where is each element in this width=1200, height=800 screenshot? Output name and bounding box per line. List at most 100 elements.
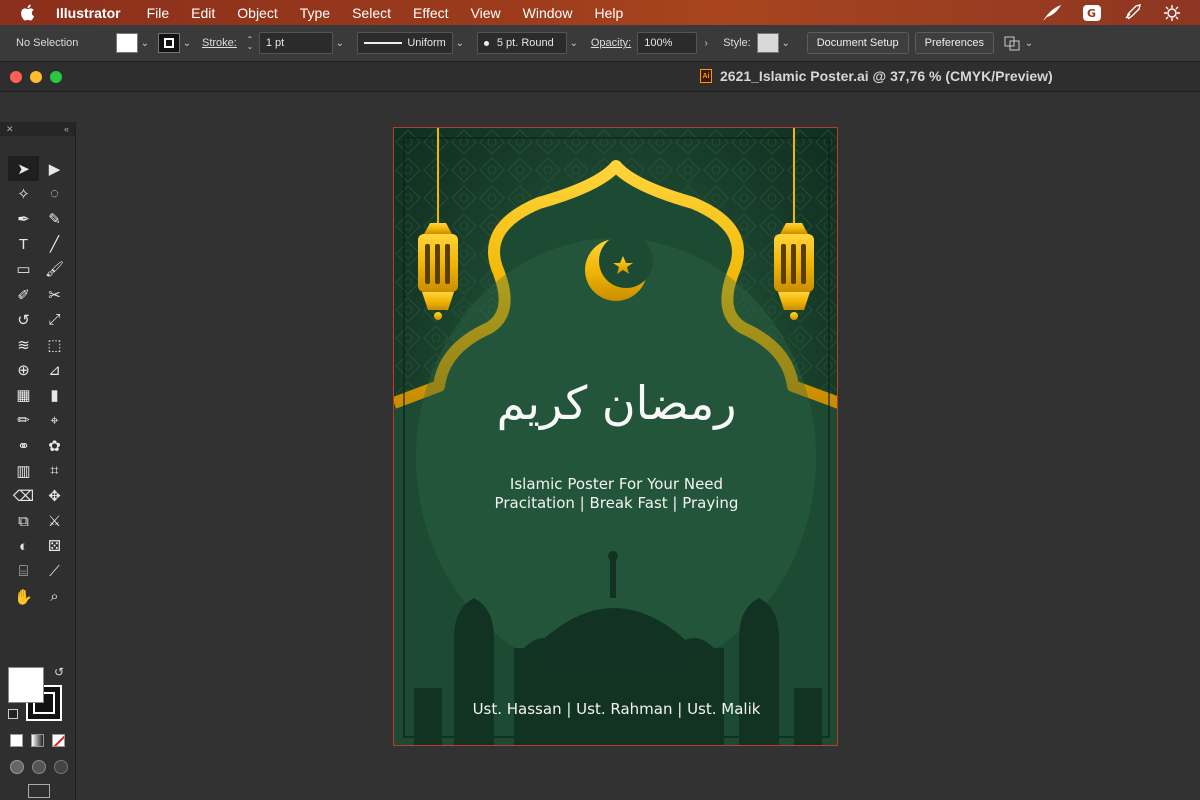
creative-cloud-icon[interactable]: G — [1080, 4, 1104, 22]
menu-file[interactable]: File — [136, 5, 181, 21]
default-colors-icon[interactable] — [8, 709, 18, 719]
stroke-label[interactable]: Stroke: — [202, 37, 237, 49]
eyedropper-tool-icon[interactable]: ✏ — [8, 408, 39, 433]
style-swatch[interactable] — [756, 33, 779, 53]
poster-line-2: Pracitation | Break Fast | Praying — [494, 494, 739, 512]
artboard-tool-icon[interactable]: ⧉ — [8, 509, 39, 534]
arabic-calligraphy: رمضان كريم — [496, 376, 737, 430]
lasso-tool-icon[interactable]: ◌ — [39, 181, 70, 206]
close-icon[interactable]: ✕ — [6, 124, 14, 135]
eraser-tool-icon[interactable]: ⌫ — [8, 483, 39, 508]
stroke-swatch[interactable] — [158, 33, 180, 53]
draw-inside-icon[interactable] — [54, 760, 68, 774]
apple-icon[interactable] — [20, 4, 38, 21]
dice-icon[interactable]: ⚄ — [39, 534, 70, 559]
chevron-down-icon[interactable]: ⌄ — [1022, 36, 1036, 50]
menu-app-name[interactable]: Illustrator — [56, 5, 132, 21]
symbol-sprayer-tool-icon[interactable]: ✿ — [39, 433, 70, 458]
opacity-field[interactable]: 100% — [637, 32, 698, 54]
rotate-tool-icon[interactable]: ↺ — [8, 307, 39, 332]
menu-view[interactable]: View — [460, 5, 512, 21]
tool-grid: ➤ ▶ ✧ ◌ ✒ ✎ T ╱ ▭ 🖌 ✐ ✂ ↺ ⤢ ≋ ⬚ ⊕ ⊿ ▦ ▮ ✏ ⌖ ⚭ ✿ ▥ ⌗ ⌫ ✥ ⧉ ⚔ ◐ ⚄ ⌸ ⟋ ✋ ⌕ — [8, 156, 70, 609]
width-tool-icon[interactable]: ≋ — [8, 332, 39, 357]
tools-panel: ✕ « ➤ ▶ ✧ ◌ ✒ ✎ T ╱ ▭ 🖌 ✐ ✂ ↺ ⤢ ≋ ⬚ ⊕ ⊿ ▦ ▮ ✏ ⌖ ⚭ ✿ ▥ ⌗ ⌫ ✥ ⧉ ⚔ ◐ ⚄ ⌸ ⟋ ✋ ⌕… — [0, 122, 76, 800]
chevron-down-icon[interactable]: ⌄ — [567, 36, 581, 50]
stroke-profile-select[interactable]: Uniform — [356, 32, 453, 54]
none-mode-icon[interactable] — [52, 734, 65, 747]
poster-artwork — [394, 128, 837, 745]
paint-tool-icon[interactable]: ⟋ — [39, 559, 70, 584]
chevron-down-icon[interactable]: ⌄ — [779, 36, 793, 50]
control-bar: No Selection ⌄ ⌄ Stroke: ⌃ ⌄ 1 pt ⌄ Unifo… — [0, 25, 1200, 62]
crop-tool-icon[interactable]: ⌸ — [8, 559, 39, 584]
color-mode-row — [10, 734, 65, 747]
slice-tool-icon[interactable]: ⌗ — [39, 458, 70, 483]
pen-tool-icon[interactable]: ✒ — [8, 206, 39, 231]
paintbrush-tool-icon[interactable]: 🖌 — [39, 257, 70, 282]
direct-selection-tool-icon[interactable]: ▶ — [39, 156, 70, 181]
brush-select[interactable]: 5 pt. Round — [476, 32, 567, 54]
collapse-icon[interactable]: « — [64, 124, 69, 134]
stroke-weight-field[interactable]: 1 pt — [258, 32, 333, 54]
menu-bar: Illustrator File Edit Object Type Select… — [0, 0, 1200, 25]
draw-behind-icon[interactable] — [32, 760, 46, 774]
line-segment-tool-icon[interactable]: ╱ — [39, 232, 70, 257]
scale-tool-icon[interactable]: ⤢ — [39, 307, 70, 332]
menu-select[interactable]: Select — [341, 5, 402, 21]
blend-tool-icon[interactable]: ⚭ — [8, 433, 39, 458]
swap-icon[interactable]: ↺ — [54, 665, 64, 679]
poster-footer: Ust. Hassan | Ust. Rahman | Ust. Malik — [472, 700, 761, 718]
chevron-down-icon[interactable]: ⌄ — [138, 36, 152, 50]
chevron-down-icon[interactable]: ⌄ — [453, 36, 467, 50]
magic-wand-tool-icon[interactable]: ✧ — [8, 181, 39, 206]
puppet-warp-tool-icon[interactable]: ✥ — [39, 483, 70, 508]
chevron-down-icon[interactable]: ⌄ — [180, 36, 194, 50]
artboard[interactable]: رمضان كريم Islamic Poster For Your Need … — [393, 127, 838, 746]
perspective-grid-tool-icon[interactable]: ⊿ — [39, 358, 70, 383]
screen-mode-icon[interactable] — [28, 784, 50, 798]
rectangle-tool-icon[interactable]: ▭ — [8, 257, 39, 282]
document-title-bar: Ai 2621_Islamic Poster.ai @ 37,76 % (CMY… — [0, 62, 1200, 92]
menu-object[interactable]: Object — [226, 5, 288, 21]
control-center-icon[interactable] — [1160, 4, 1184, 22]
curvature-tool-icon[interactable]: ✎ — [39, 206, 70, 231]
arrange-icon[interactable] — [1004, 35, 1022, 51]
scissors-tool-icon[interactable]: ✂ — [39, 282, 70, 307]
gradient-mesh-tool-icon[interactable]: ◐ — [8, 534, 39, 559]
opacity-label[interactable]: Opacity: — [591, 37, 631, 49]
chevron-right-icon[interactable]: › — [699, 36, 713, 50]
feather-icon[interactable] — [1040, 4, 1064, 22]
mesh-tool-icon[interactable]: ▦ — [8, 383, 39, 408]
document-setup-button[interactable]: Document Setup — [806, 32, 909, 54]
zoom-tool-icon[interactable]: ⌕ — [39, 584, 70, 609]
zoom-window-button[interactable] — [50, 71, 62, 83]
draw-normal-icon[interactable] — [10, 760, 24, 774]
free-transform-tool-icon[interactable]: ⬚ — [39, 332, 70, 357]
selection-tool-icon[interactable]: ➤ — [8, 156, 39, 182]
rocket-icon[interactable] — [1120, 3, 1144, 22]
poster-line-1: Islamic Poster For Your Need — [509, 475, 724, 493]
color-mode-icon[interactable] — [10, 734, 23, 747]
menu-window[interactable]: Window — [512, 5, 584, 21]
menu-type[interactable]: Type — [289, 5, 341, 21]
svg-text:G: G — [1087, 7, 1096, 20]
fill-swatch[interactable] — [116, 33, 138, 53]
shape-builder-tool-icon[interactable]: ⊕ — [8, 358, 39, 383]
gradient-mode-icon[interactable] — [31, 734, 44, 747]
stepper-icon[interactable]: ⌃ ⌄ — [243, 36, 257, 51]
minimize-window-button[interactable] — [30, 71, 42, 83]
gradient-tool-icon[interactable]: ▮ — [39, 383, 70, 408]
menu-help[interactable]: Help — [583, 5, 634, 21]
column-graph-tool-icon[interactable]: ▥ — [8, 458, 39, 483]
type-tool-icon[interactable]: T — [8, 232, 39, 257]
hand-tool-icon[interactable]: ✋ — [8, 584, 39, 609]
measure-tool-icon[interactable]: ⌖ — [39, 408, 70, 433]
close-window-button[interactable] — [10, 71, 22, 83]
knife-tool-icon[interactable]: ⚔ — [39, 509, 70, 534]
fill-color-box[interactable] — [8, 667, 44, 703]
menu-edit[interactable]: Edit — [180, 5, 226, 21]
menu-effect[interactable]: Effect — [402, 5, 460, 21]
chevron-down-icon[interactable]: ⌄ — [333, 36, 347, 50]
shaper-tool-icon[interactable]: ✐ — [8, 282, 39, 307]
preferences-button[interactable]: Preferences — [914, 32, 994, 54]
